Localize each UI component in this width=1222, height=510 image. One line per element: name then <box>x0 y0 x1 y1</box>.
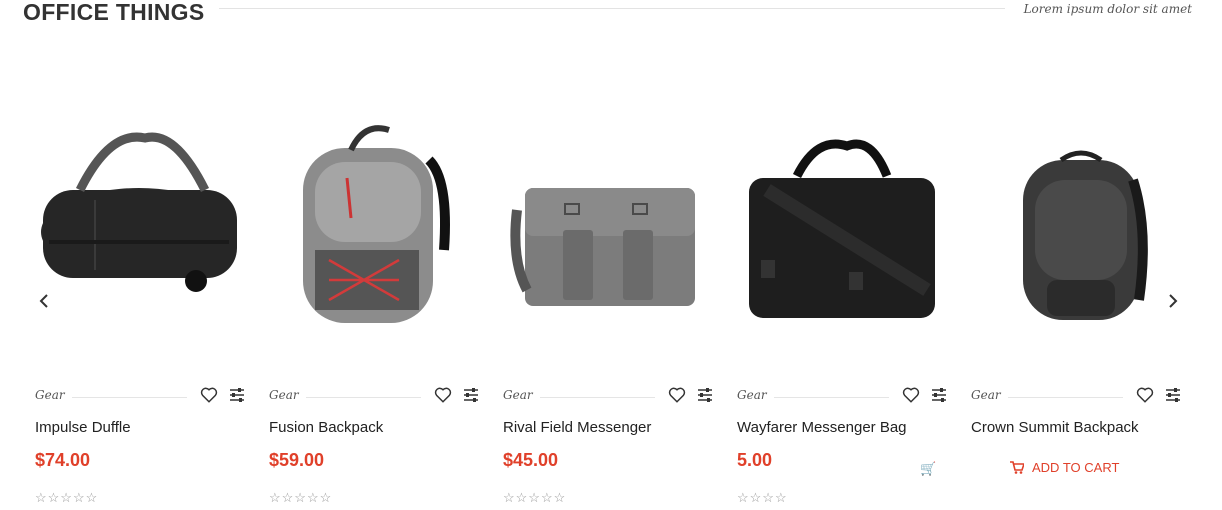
rating-stars: ☆☆☆☆ <box>737 490 788 505</box>
product-image-messenger[interactable] <box>503 90 723 380</box>
category-row: Gear <box>503 385 718 407</box>
category-row: Gear <box>971 385 1186 407</box>
product-price: $59.00 <box>269 450 325 470</box>
rating-stars: ☆☆☆☆☆ <box>35 490 99 505</box>
product-image-crown-summit[interactable] <box>971 90 1191 380</box>
add-to-cart-button[interactable]: ADD TO CART <box>1010 460 1119 475</box>
product-image-duffle[interactable] <box>35 90 255 380</box>
rating-stars: ☆☆☆☆☆ <box>269 490 333 505</box>
heart-icon[interactable] <box>668 386 686 404</box>
product-price: 5.00 <box>737 450 773 470</box>
add-to-cart-label: ADD TO CART <box>1032 460 1120 475</box>
product-name[interactable]: Wayfarer Messenger Bag <box>737 419 907 436</box>
category-label[interactable]: Gear <box>35 388 65 402</box>
sliders-icon[interactable] <box>229 387 245 403</box>
product-card[interactable]: Gear Rival Field Messenger $45.00 ☆☆☆☆☆ <box>503 70 723 510</box>
category-row: Gear <box>35 385 250 407</box>
sliders-icon[interactable] <box>463 387 479 403</box>
product-name[interactable]: Impulse Duffle <box>35 419 131 436</box>
cart-icon-faded: 🛒 <box>920 461 937 476</box>
heart-icon[interactable] <box>434 386 452 404</box>
product-image-backpack[interactable] <box>269 90 489 380</box>
product-name[interactable]: Crown Summit Backpack <box>971 419 1139 436</box>
product-name[interactable]: Fusion Backpack <box>269 419 383 436</box>
product-image-wayfarer[interactable] <box>737 90 957 380</box>
section-title: OFFICE THINGS <box>23 0 205 25</box>
category-divider <box>72 397 187 398</box>
sliders-icon[interactable] <box>1165 387 1181 403</box>
category-divider <box>306 397 421 398</box>
heart-icon[interactable] <box>902 386 920 404</box>
cart-icon <box>1010 461 1024 474</box>
section-subtitle: Lorem ipsum dolor sit amet <box>1023 2 1192 16</box>
product-price: $74.00 <box>35 450 91 470</box>
category-label[interactable]: Gear <box>269 388 299 402</box>
category-label[interactable]: Gear <box>737 388 767 402</box>
product-name[interactable]: Rival Field Messenger <box>503 419 651 436</box>
rating-stars: ☆☆☆☆☆ <box>503 490 567 505</box>
category-label[interactable]: Gear <box>503 388 533 402</box>
heart-icon[interactable] <box>200 386 218 404</box>
category-row: Gear <box>269 385 484 407</box>
product-card[interactable]: Gear Wayfarer Messenger Bag 5.00 ☆☆☆☆ <box>737 70 957 510</box>
sliders-icon[interactable] <box>931 387 947 403</box>
category-divider <box>774 397 889 398</box>
heart-icon[interactable] <box>1136 386 1154 404</box>
category-row: Gear <box>737 385 952 407</box>
category-divider <box>1008 397 1123 398</box>
product-card[interactable]: Gear Fusion Backpack $59.00 ☆☆☆☆☆ <box>269 70 489 510</box>
product-price: $45.00 <box>503 450 559 470</box>
product-card[interactable]: Gear Impulse Duffle $74.00 ☆☆☆☆☆ <box>35 70 255 510</box>
title-divider <box>219 8 1005 9</box>
sliders-icon[interactable] <box>697 387 713 403</box>
category-divider <box>540 397 655 398</box>
category-label[interactable]: Gear <box>971 388 1001 402</box>
product-card[interactable]: Gear Crown Summit Backpack <box>971 70 1191 510</box>
